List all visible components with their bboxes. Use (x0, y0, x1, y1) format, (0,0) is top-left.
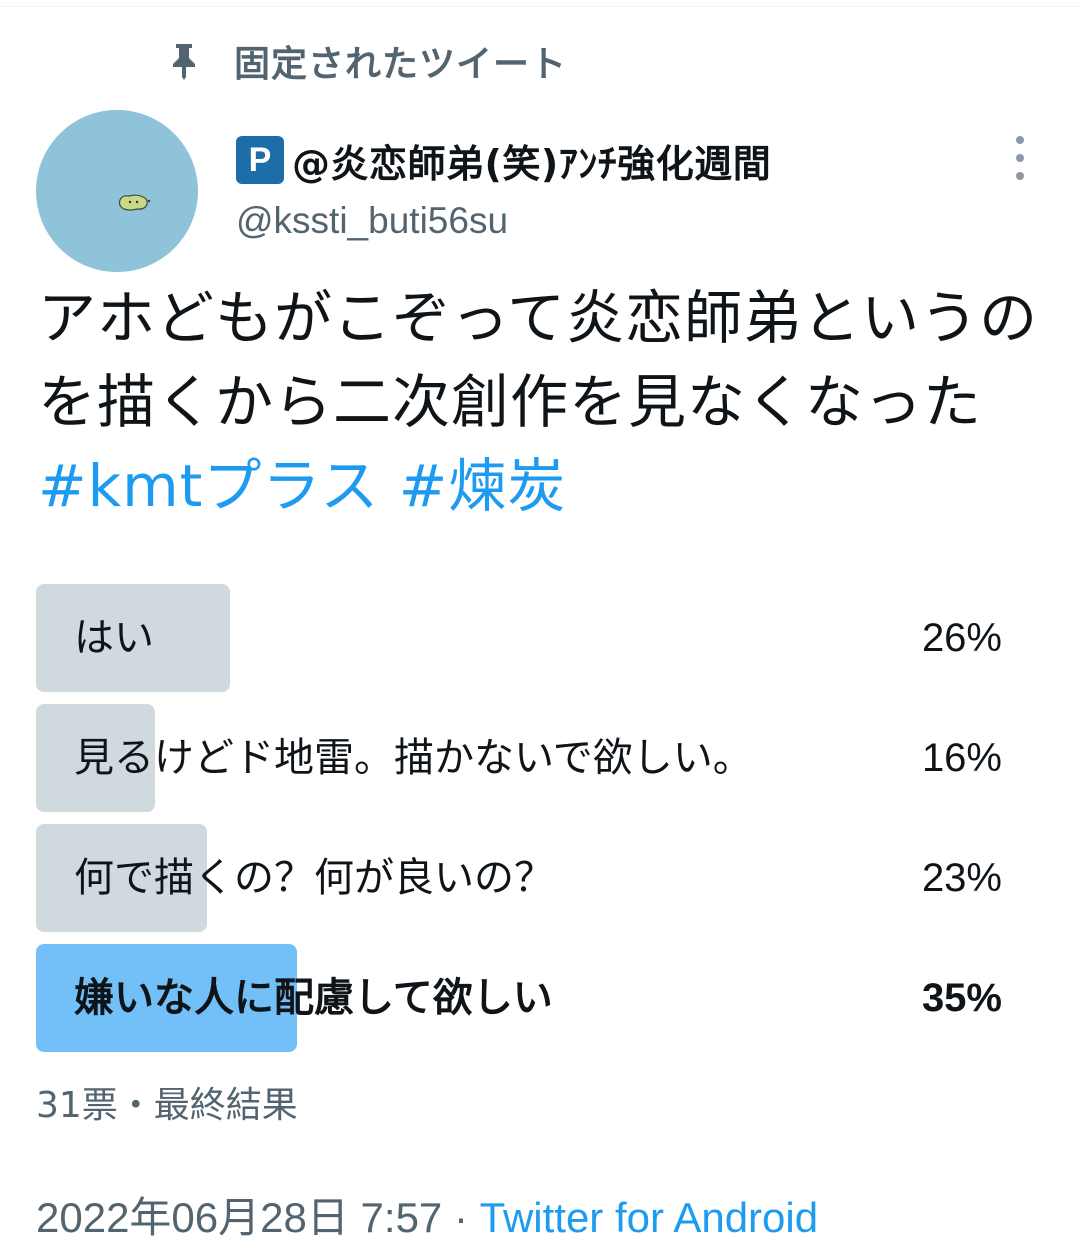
poll-option: 何で描くの？何が良いの？ 23% (36, 824, 1044, 932)
poll-option-label: 見るけどド地雷。描かないで欲しい。 (74, 735, 753, 781)
poll-result-meta: 31票・最終結果 (36, 1085, 298, 1126)
tweet-timestamp[interactable]: 2022年06月28日 7:57 (36, 1194, 442, 1241)
poll-option-percent: 35% (921, 976, 1002, 1020)
tweet-source-link[interactable]: Twitter for Android (480, 1194, 818, 1241)
hashtag-link[interactable]: #kmtプラス (38, 452, 379, 520)
tweet-body: アホどもがこぞって炎恋師弟というのを描くから二次創作を見なくなった (38, 284, 1039, 436)
more-options-icon[interactable] (1006, 136, 1034, 180)
poll-option-label: 嫌いな人に配慮して欲しい (74, 975, 553, 1021)
poll-option: 嫌いな人に配慮して欲しい 35% (36, 944, 1044, 1052)
tweet-text: アホどもがこぞって炎恋師弟というのを描くから二次創作を見なくなった #kmtプラ… (38, 276, 1048, 528)
poll-option-percent: 23% (921, 856, 1002, 900)
poll-option-percent: 26% (921, 616, 1002, 660)
top-divider (0, 0, 1080, 7)
display-name[interactable]: @炎恋師弟(笑)ｱﾝﾁ強化週間 (292, 133, 771, 188)
poll-option: はい 26% (36, 584, 1044, 692)
poll-option-label: 何で描くの？何が良いの？ (74, 855, 554, 901)
user-handle[interactable]: @kssti_buti56su (236, 200, 508, 242)
p-badge-icon: P (236, 136, 284, 184)
footer-separator: · (442, 1194, 480, 1241)
poll-option-label: はい (74, 615, 154, 661)
poll: はい 26% 見るけどド地雷。描かないで欲しい。 16% 何で描くの？何が良いの… (36, 584, 1044, 1064)
pin-icon (168, 41, 200, 81)
poll-option: 見るけどド地雷。描かないで欲しい。 16% (36, 704, 1044, 812)
pinned-tweet-indicator: 固定されたツイート (168, 34, 567, 88)
hashtag-link[interactable]: #煉炭 (399, 452, 567, 520)
poll-option-percent: 16% (921, 736, 1002, 780)
user-name-row[interactable]: P @炎恋師弟(笑)ｱﾝﾁ強化週間 (236, 130, 771, 190)
pinned-label: 固定されたツイート (234, 44, 568, 85)
avatar[interactable] (36, 110, 198, 272)
tweet-footer: 2022年06月28日 7:57 · Twitter for Android (36, 1184, 818, 1245)
